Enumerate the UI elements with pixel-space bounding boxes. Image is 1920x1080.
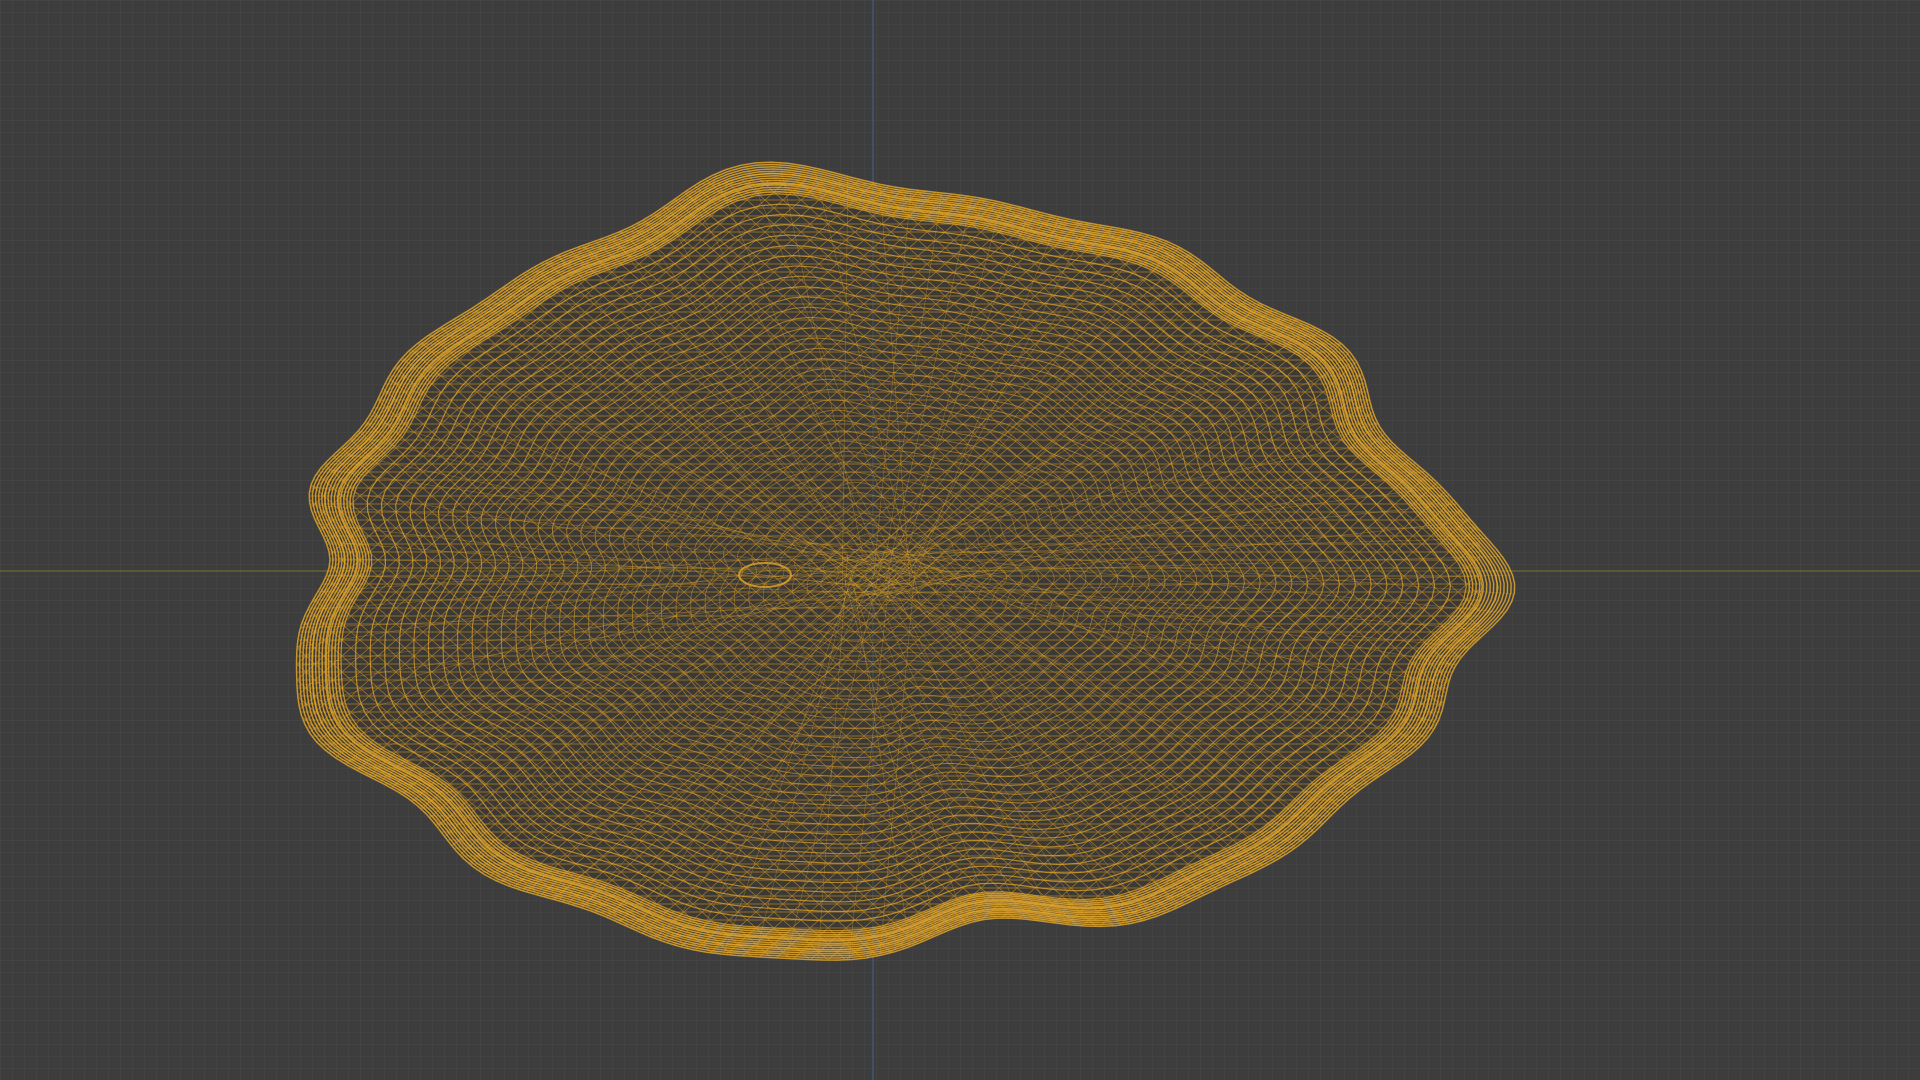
3d-viewport[interactable] — [0, 0, 1920, 1080]
viewport-canvas[interactable] — [0, 0, 1920, 1080]
